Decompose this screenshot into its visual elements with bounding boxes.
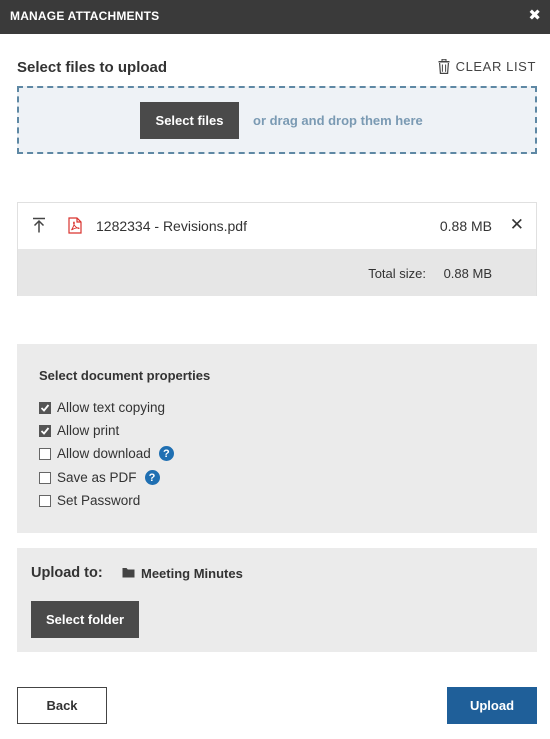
close-icon[interactable]: ✖ <box>528 8 541 24</box>
clear-list-label: CLEAR LIST <box>455 59 536 74</box>
checkbox-set-password[interactable] <box>39 494 51 507</box>
option-label: Allow print <box>57 423 120 438</box>
properties-heading: Select document properties <box>39 368 211 383</box>
option-allow-download[interactable]: Allow download ? <box>39 446 174 461</box>
dialog-title: MANAGE ATTACHMENTS <box>10 9 160 23</box>
file-size: 0.88 MB <box>439 218 492 234</box>
dialog-titlebar: MANAGE ATTACHMENTS ✖ <box>0 0 550 34</box>
upload-to-label: Upload to: <box>31 565 103 581</box>
file-list: 1282334 - Revisions.pdf 0.88 MB ✕ Total … <box>17 202 537 296</box>
checkbox-allow-text-copying[interactable] <box>39 401 51 414</box>
file-row: 1282334 - Revisions.pdf 0.88 MB ✕ <box>18 203 536 249</box>
help-icon[interactable]: ? <box>144 470 160 485</box>
clear-list-button[interactable]: CLEAR LIST <box>438 59 536 74</box>
total-size-value: 0.88 MB <box>443 266 492 281</box>
option-label: Allow text copying <box>57 400 166 415</box>
total-size-row: Total size: 0.88 MB <box>18 249 536 296</box>
checkbox-allow-download[interactable] <box>39 447 51 460</box>
option-label: Set Password <box>57 493 141 508</box>
option-label: Save as PDF <box>57 470 137 485</box>
upload-destination-panel: Upload to: Meeting Minutes Select folder <box>17 548 537 652</box>
select-files-button[interactable]: Select files <box>140 102 239 139</box>
destination-folder: Meeting Minutes <box>122 566 243 581</box>
help-icon[interactable]: ? <box>158 446 174 461</box>
folder-name: Meeting Minutes <box>141 566 243 581</box>
option-allow-print[interactable]: Allow print <box>39 423 119 438</box>
option-allow-text-copying[interactable]: Allow text copying <box>39 400 165 415</box>
pdf-file-icon <box>68 217 82 239</box>
checkbox-allow-print[interactable] <box>39 424 51 437</box>
drop-hint: or drag and drop them here <box>253 113 423 128</box>
trash-icon <box>438 59 450 74</box>
checkbox-save-as-pdf[interactable] <box>39 471 51 484</box>
option-save-as-pdf[interactable]: Save as PDF ? <box>39 470 160 485</box>
back-button[interactable]: Back <box>17 687 107 724</box>
folder-icon <box>122 566 135 581</box>
file-dropzone[interactable]: Select files or drag and drop them here <box>17 86 537 154</box>
option-label: Allow download <box>57 446 151 461</box>
document-properties-panel: Select document properties Allow text co… <box>17 344 537 533</box>
upload-arrow-icon <box>32 217 46 238</box>
total-size-label: Total size: <box>368 266 426 281</box>
select-folder-button[interactable]: Select folder <box>31 601 139 638</box>
upload-heading: Select files to upload <box>17 59 168 76</box>
remove-file-icon[interactable]: ✕ <box>510 216 524 234</box>
upload-button[interactable]: Upload <box>447 687 537 724</box>
option-set-password[interactable]: Set Password <box>39 493 140 508</box>
file-name: 1282334 - Revisions.pdf <box>96 218 247 234</box>
